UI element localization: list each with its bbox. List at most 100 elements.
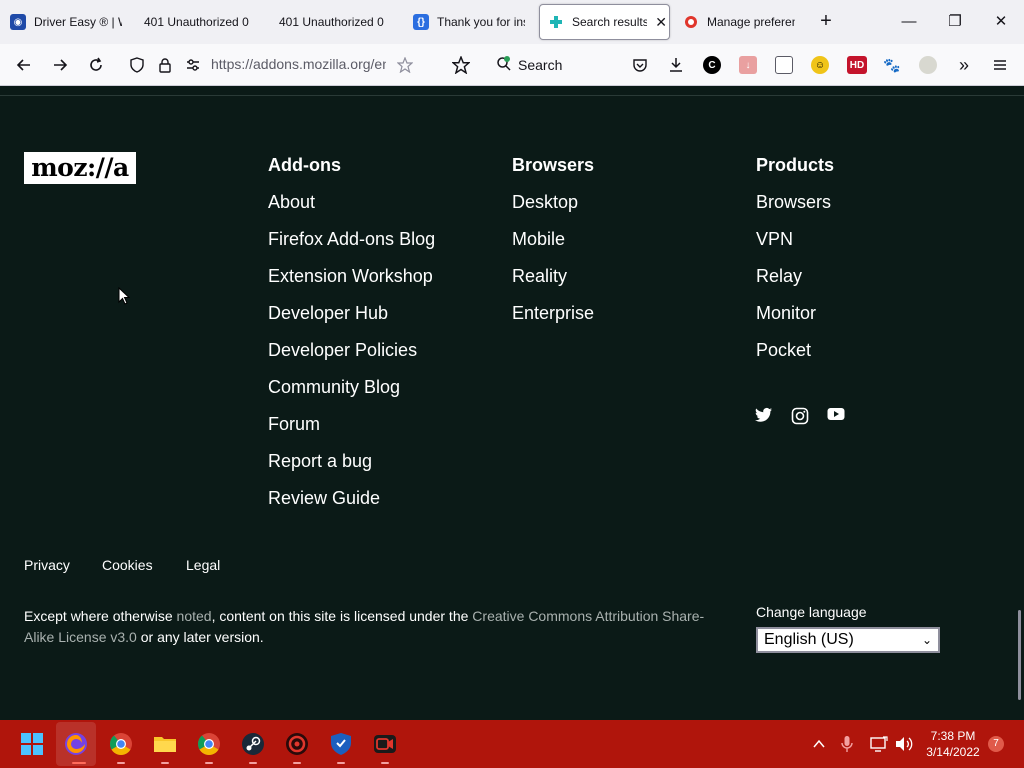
page-content: moz://a Add-ons About Firefox Add-ons Bl… bbox=[0, 87, 1024, 720]
footer-link-report-bug[interactable]: Report a bug bbox=[268, 451, 435, 473]
star-icon bbox=[452, 56, 470, 74]
footer-link-monitor[interactable]: Monitor bbox=[756, 303, 834, 325]
chevron-up-icon[interactable] bbox=[812, 737, 826, 751]
footer-link-extension-workshop[interactable]: Extension Workshop bbox=[268, 266, 435, 288]
tab-driver-easy[interactable]: ◉ Driver Easy ® | W bbox=[10, 4, 122, 40]
footer-link-reality[interactable]: Reality bbox=[512, 266, 594, 288]
instagram-icon[interactable] bbox=[791, 407, 809, 425]
permissions-icon bbox=[187, 59, 199, 71]
tab-unauthorized-1[interactable]: 401 Unauthorized 0 bbox=[144, 4, 256, 40]
extension-c-icon[interactable]: C bbox=[703, 56, 721, 74]
search-label: Search bbox=[518, 57, 563, 73]
tab-title: Search results bbox=[572, 15, 648, 29]
footer-link-vpn[interactable]: VPN bbox=[756, 229, 834, 251]
pocket-icon bbox=[633, 59, 647, 72]
footer-link-enterprise[interactable]: Enterprise bbox=[512, 303, 594, 325]
column-heading: Products bbox=[756, 155, 835, 175]
extension-avatar-icon[interactable]: ☺ bbox=[811, 56, 829, 74]
tab-title: Thank you for ins bbox=[437, 15, 525, 29]
new-tab-button[interactable]: + bbox=[816, 10, 836, 34]
footer-link-forum[interactable]: Forum bbox=[268, 414, 435, 436]
running-indicator bbox=[117, 762, 125, 764]
tab-search-results[interactable]: Search results ✕ bbox=[539, 4, 670, 40]
pocket-button[interactable] bbox=[628, 53, 652, 77]
windows-start-icon[interactable] bbox=[20, 732, 44, 756]
recorder-icon[interactable] bbox=[373, 732, 397, 756]
active-indicator bbox=[72, 762, 86, 764]
footer-link-pocket[interactable]: Pocket bbox=[756, 340, 834, 362]
tab-thank-you[interactable]: {} Thank you for ins bbox=[413, 4, 525, 40]
footer-link-developer-hub[interactable]: Developer Hub bbox=[268, 303, 435, 325]
twitter-icon[interactable] bbox=[755, 407, 773, 425]
network-icon[interactable] bbox=[870, 736, 888, 752]
notification-badge[interactable]: 7 bbox=[988, 736, 1004, 752]
extension-square-icon[interactable] bbox=[775, 56, 793, 74]
steam-icon[interactable] bbox=[241, 732, 265, 756]
page-scrollbar[interactable] bbox=[1018, 610, 1021, 700]
column-heading: Add-ons bbox=[268, 155, 341, 175]
minimize-button[interactable]: — bbox=[886, 8, 932, 36]
tab-title: 401 Unauthorized 0 bbox=[279, 15, 384, 29]
menu-button[interactable] bbox=[988, 53, 1012, 77]
close-window-button[interactable]: ✕ bbox=[978, 8, 1024, 36]
bookmarks-button[interactable] bbox=[449, 53, 473, 77]
back-button[interactable] bbox=[12, 53, 36, 77]
shield-app-icon[interactable] bbox=[329, 732, 353, 756]
footer-link-review-guide[interactable]: Review Guide bbox=[268, 488, 435, 510]
footer-link-about[interactable]: About bbox=[268, 192, 435, 214]
downloads-button[interactable] bbox=[664, 53, 688, 77]
license-text-part: or any later version. bbox=[136, 629, 264, 645]
site-security-button[interactable] bbox=[153, 53, 177, 77]
youtube-icon[interactable] bbox=[827, 407, 845, 425]
forward-button[interactable] bbox=[48, 53, 72, 77]
permissions-button[interactable] bbox=[181, 53, 205, 77]
footer-link-community-blog[interactable]: Community Blog bbox=[268, 377, 435, 399]
chrome-icon[interactable] bbox=[197, 732, 221, 756]
footer-link-developer-policies[interactable]: Developer Policies bbox=[268, 340, 435, 362]
reload-button[interactable] bbox=[84, 53, 108, 77]
restore-button[interactable]: ❐ bbox=[932, 8, 978, 36]
extension-download-icon[interactable]: ↓ bbox=[739, 56, 757, 74]
footer-link-relay[interactable]: Relay bbox=[756, 266, 834, 288]
mozilla-logo[interactable]: moz://a bbox=[24, 152, 136, 184]
bookmark-page-button[interactable] bbox=[393, 53, 417, 77]
language-select[interactable]: English (US) ⌄ bbox=[756, 627, 940, 653]
license-text-part: Except where otherwise bbox=[24, 608, 177, 624]
star-outline-icon bbox=[397, 57, 413, 73]
url-bar[interactable]: https://addons.mozilla.org/en bbox=[211, 56, 386, 72]
clock-time: 7:38 PM bbox=[930, 729, 976, 743]
firefox-icon[interactable] bbox=[64, 732, 88, 756]
running-indicator bbox=[161, 762, 169, 764]
overflow-chevron-icon[interactable]: » bbox=[952, 53, 976, 77]
footer-link-mobile[interactable]: Mobile bbox=[512, 229, 594, 251]
shield-icon bbox=[130, 57, 144, 73]
footer-link-desktop[interactable]: Desktop bbox=[512, 192, 594, 214]
tab-title: Driver Easy ® | W bbox=[34, 15, 122, 29]
microphone-icon[interactable] bbox=[840, 735, 854, 753]
extension-hd-icon[interactable]: HD bbox=[847, 56, 867, 74]
close-tab-icon[interactable]: ✕ bbox=[653, 14, 669, 31]
license-text-part: , content on this site is licensed under… bbox=[211, 608, 473, 624]
chevron-down-icon: ⌄ bbox=[921, 633, 932, 647]
red-app-icon[interactable] bbox=[285, 732, 309, 756]
back-arrow-icon bbox=[16, 59, 30, 71]
privacy-link[interactable]: Privacy bbox=[24, 557, 70, 573]
file-explorer-icon[interactable] bbox=[153, 732, 177, 756]
tab-strip: ◉ Driver Easy ® | W 401 Unauthorized 0 4… bbox=[0, 0, 1024, 44]
tab-unauthorized-2[interactable]: 401 Unauthorized 0 bbox=[279, 4, 391, 40]
extension-paw-icon[interactable]: 🐾 bbox=[883, 56, 901, 74]
tab-manage-preferences[interactable]: Manage preferen bbox=[683, 4, 795, 40]
cookies-link[interactable]: Cookies bbox=[102, 557, 153, 573]
chrome-icon[interactable] bbox=[109, 732, 133, 756]
system-clock[interactable]: 7:38 PM 3/14/2022 bbox=[920, 728, 986, 760]
tracking-protection-button[interactable] bbox=[125, 53, 149, 77]
footer-link-browsers[interactable]: Browsers bbox=[756, 192, 834, 214]
clock-date: 3/14/2022 bbox=[926, 745, 980, 759]
search-bar[interactable]: Search bbox=[496, 53, 562, 77]
volume-icon[interactable] bbox=[895, 736, 913, 752]
footer-link-addons-blog[interactable]: Firefox Add-ons Blog bbox=[268, 229, 435, 251]
legal-link[interactable]: Legal bbox=[186, 557, 220, 573]
noted-link[interactable]: noted bbox=[177, 608, 212, 624]
running-indicator bbox=[337, 762, 345, 764]
extension-circle-icon[interactable] bbox=[919, 56, 937, 74]
